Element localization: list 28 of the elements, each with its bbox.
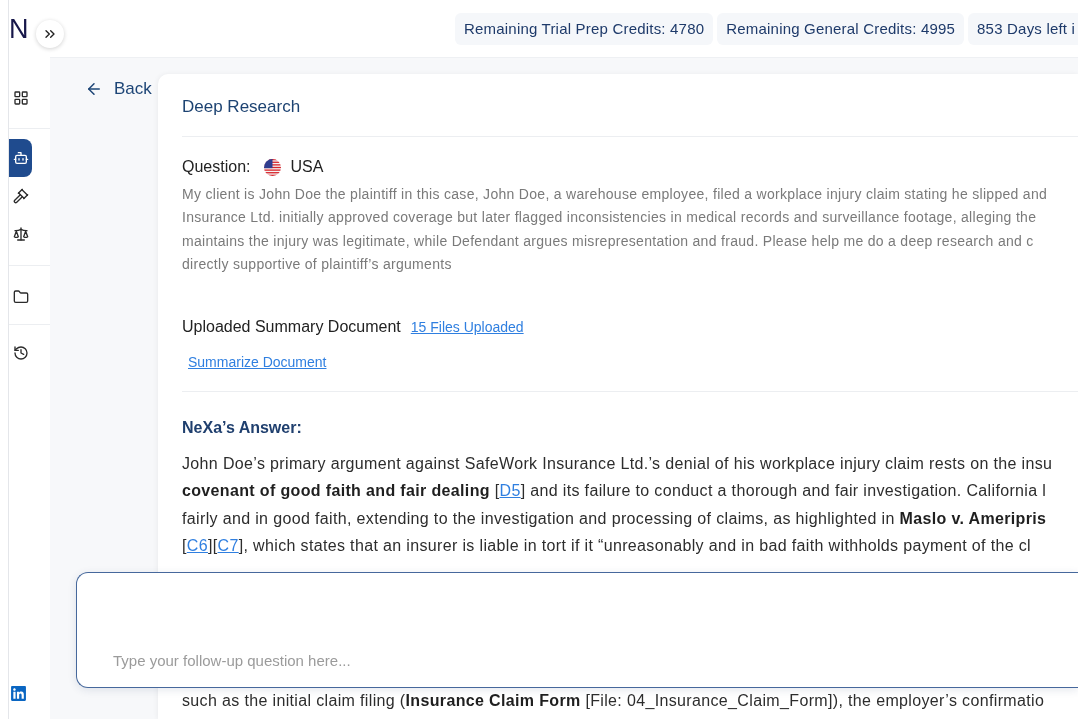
credit-counter: Remaining General Credits: 4995 — [717, 12, 965, 45]
question-text: My client is John Doe the plaintiff in this case, John Doe, a warehouse employee, filed a workplace injury claim stating he slipped and Insurance Ltd. initially approved coverage but later flagged inconsistencies in medical records and surveillance footage, alleging the maintains the injury was legitimate, while Defendant argues misrepresentation and fraud. Please help me do a deep research and c directly supportive of plaintiff’s arguments — [182, 185, 1048, 274]
flag-icon — [264, 158, 282, 176]
grid-icon — [12, 90, 29, 106]
folder-icon — [12, 289, 29, 305]
robot-icon — [12, 150, 29, 166]
back-button[interactable]: Back — [85, 78, 158, 100]
citation-link[interactable]: C6 — [186, 537, 208, 555]
history-icon — [12, 345, 29, 361]
question-label: Question: — [182, 158, 251, 176]
credit-counter: Remaining Trial Prep Credits: 4780 — [455, 12, 714, 45]
upload-label: Uploaded Summary Document — [182, 318, 401, 337]
files-uploaded-link[interactable]: 15 Files Uploaded — [410, 319, 524, 336]
follow-up-input[interactable]: Type your follow-up question here... — [76, 572, 1078, 688]
country-name: USA — [290, 158, 324, 176]
answer-text: such as the initial claim filing (Insurance Claim Form [File: 04_Insurance_Claim_Form]), the employer’s confirmatio — [182, 691, 1045, 712]
citation-link[interactable]: D5 — [499, 482, 521, 500]
logo: N — [9, 15, 29, 43]
sidebar-item[interactable] — [9, 139, 32, 177]
gavel-icon — [12, 188, 29, 204]
scales-icon — [12, 226, 29, 242]
page-title: Deep Research — [182, 97, 301, 117]
citation-link[interactable]: C7 — [217, 537, 239, 555]
answer-text: John Doe’s primary argument against SafeWork Insurance Ltd.’s denial of his workplace injury claim rests on the insu covenant of good faith and fair dealing [D5] and its failure to conduct a thorough and fair investigation. California l fairly and in good faith, extending to the investigation and processing of claims, as highlighted in Maslo v. Ameripris [C6][C7], which states that an insurer is liable in tort if it “unreasonably and in bad faith withholds payment of the cl — [182, 454, 1053, 557]
credit-counter: 853 Days left i — [968, 12, 1078, 45]
answer-heading: NeXa’s Answer: — [182, 418, 302, 439]
summarize-document-link[interactable]: Summarize Document — [188, 354, 327, 371]
linkedin-icon[interactable] — [10, 685, 27, 702]
